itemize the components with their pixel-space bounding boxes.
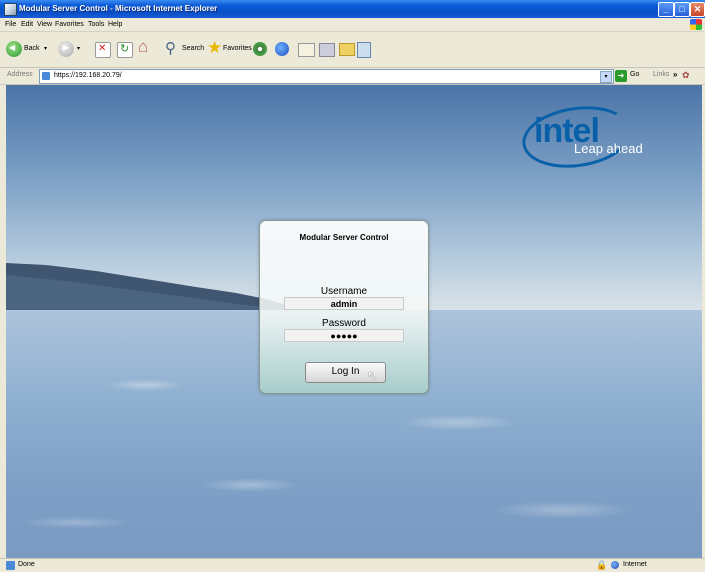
forward-arrow-icon[interactable] [58,41,74,57]
password-label: Password [322,318,366,329]
back-dropdown-icon[interactable]: ▾ [44,41,47,57]
status-text: Done [18,561,35,568]
go-arrow-icon[interactable]: ➜ [615,70,627,82]
print-icon[interactable] [319,43,335,57]
links-chevron-icon[interactable]: » [673,70,677,79]
ie-page-icon [4,3,17,16]
page-done-icon [6,561,15,570]
menu-favorites[interactable]: Favorites [55,19,84,30]
menu-edit[interactable]: Edit [21,19,33,30]
folder-icon[interactable] [339,43,355,56]
links-label[interactable]: Links [653,71,669,78]
windows-logo-icon [690,19,702,30]
login-panel: Modular Server Control Username Password… [259,220,429,394]
page-icon [42,72,50,80]
address-url[interactable]: https://192.168.20.79/ [54,72,122,79]
intel-tagline: Leap ahead [574,141,643,156]
star-icon[interactable]: ★ [207,39,222,56]
favorites-button-label[interactable]: Favorites [223,41,252,57]
minimize-button[interactable]: _ [658,2,674,17]
login-title: Modular Server Control [299,233,389,242]
stop-icon[interactable] [95,42,111,58]
maximize-button[interactable]: □ [674,2,690,17]
menu-file[interactable]: File [5,19,16,30]
refresh-icon[interactable] [117,42,133,58]
menu-view[interactable]: View [37,19,52,30]
zone-text: Internet [623,561,647,568]
mail-icon[interactable] [298,43,315,57]
menu-bar: File Edit View Favorites Tools Help [0,18,705,32]
search-button-label[interactable]: Search [182,41,204,57]
address-input[interactable]: https://192.168.20.79/ ▾ [39,69,614,84]
address-dropdown-icon[interactable]: ▾ [600,71,612,83]
window-title: Modular Server Control - Microsoft Inter… [19,4,218,13]
lock-icon[interactable]: 🔒 [596,560,607,571]
history-icon[interactable] [275,42,289,56]
go-button-label[interactable]: Go [630,71,639,78]
toolbar-extension-icon[interactable]: ✿ [682,70,690,81]
back-arrow-icon[interactable] [6,41,22,57]
forward-dropdown-icon[interactable]: ▾ [77,41,80,57]
mouse-cursor-icon: ↖ [367,368,378,383]
messenger-icon[interactable] [357,42,371,58]
back-button-label[interactable]: Back [24,41,40,57]
intel-logo: intel [518,99,636,175]
menu-help[interactable]: Help [108,19,122,30]
close-button[interactable]: ✕ [690,2,705,17]
internet-zone-icon [611,561,619,569]
menu-tools[interactable]: Tools [88,19,104,30]
address-bar: Address https://192.168.20.79/ ▾ ➜ Go Li… [0,68,705,85]
toolbar: Back ▾ ▾ ⚲ Search ★ Favorites [0,32,705,68]
search-icon[interactable]: ⚲ [165,41,176,57]
window-title-bar[interactable]: Modular Server Control - Microsoft Inter… [0,0,705,18]
username-label: Username [320,286,368,297]
home-icon[interactable] [138,37,152,57]
status-bar: Done 🔒 Internet [0,558,705,572]
page-content: intel Leap ahead Modular Server Control … [6,85,702,558]
password-input[interactable] [284,329,404,342]
username-input[interactable] [284,297,404,310]
address-label: Address [7,71,33,78]
media-icon[interactable] [253,42,267,56]
